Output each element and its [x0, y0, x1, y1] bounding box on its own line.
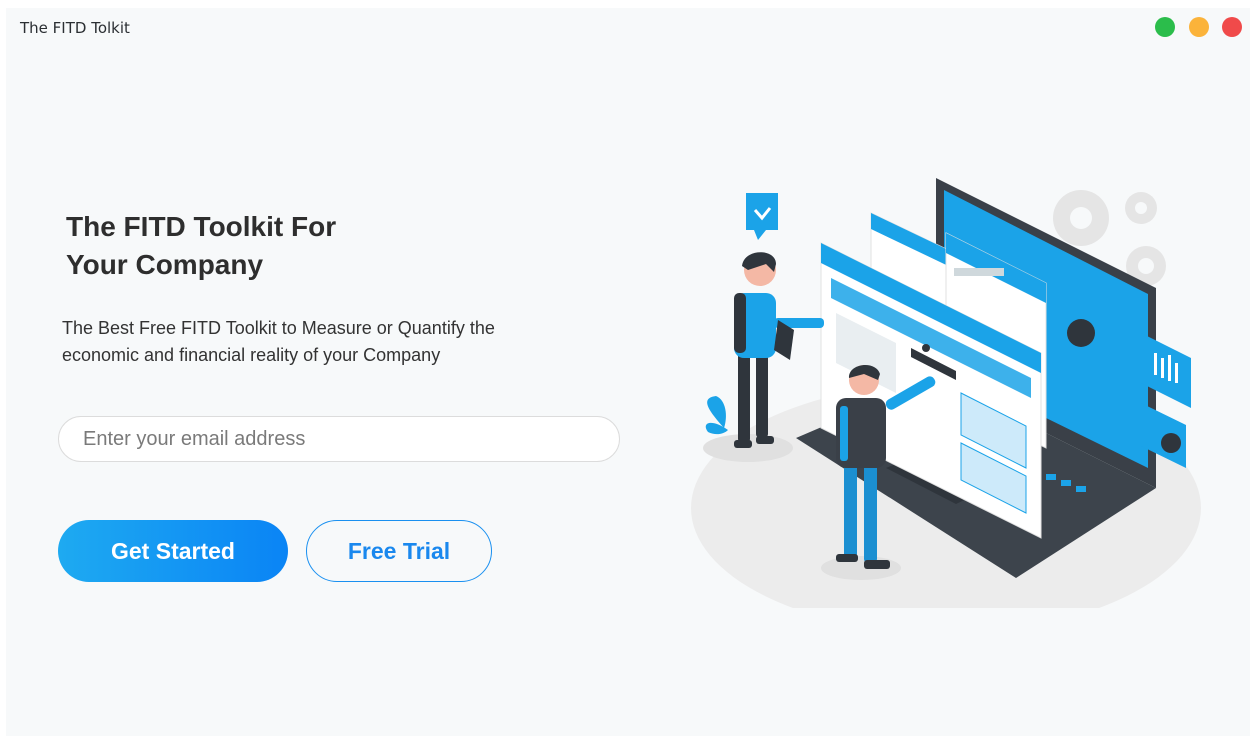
close-button[interactable] [1222, 17, 1242, 37]
hero-title: The FITD Toolkit For Your Company [66, 208, 466, 284]
hero-subtitle: The Best Free FITD Toolkit to Measure or… [62, 315, 622, 369]
hero-illustration [691, 178, 1201, 608]
window-title: The FITD Tolkit [20, 19, 130, 37]
free-trial-button[interactable]: Free Trial [306, 520, 492, 582]
hero-subtitle-line-2: economic and financial reality of your C… [62, 345, 441, 365]
hero-title-line-2: Your Company [66, 249, 264, 280]
hero-subtitle-line-1: The Best Free FITD Toolkit to Measure or… [62, 318, 495, 338]
plant-illustration [705, 396, 728, 435]
get-started-button[interactable]: Get Started [58, 520, 288, 582]
maximize-button[interactable] [1155, 17, 1175, 37]
title-bar[interactable]: The FITD Tolkit [6, 8, 1250, 48]
email-input[interactable] [58, 416, 620, 462]
app-window: The FITD Tolkit The FITD Toolkit For You… [6, 8, 1250, 736]
hero-title-line-1: The FITD Toolkit For [66, 211, 337, 242]
minimize-button[interactable] [1189, 17, 1209, 37]
chat-bubble-icon [746, 193, 778, 240]
